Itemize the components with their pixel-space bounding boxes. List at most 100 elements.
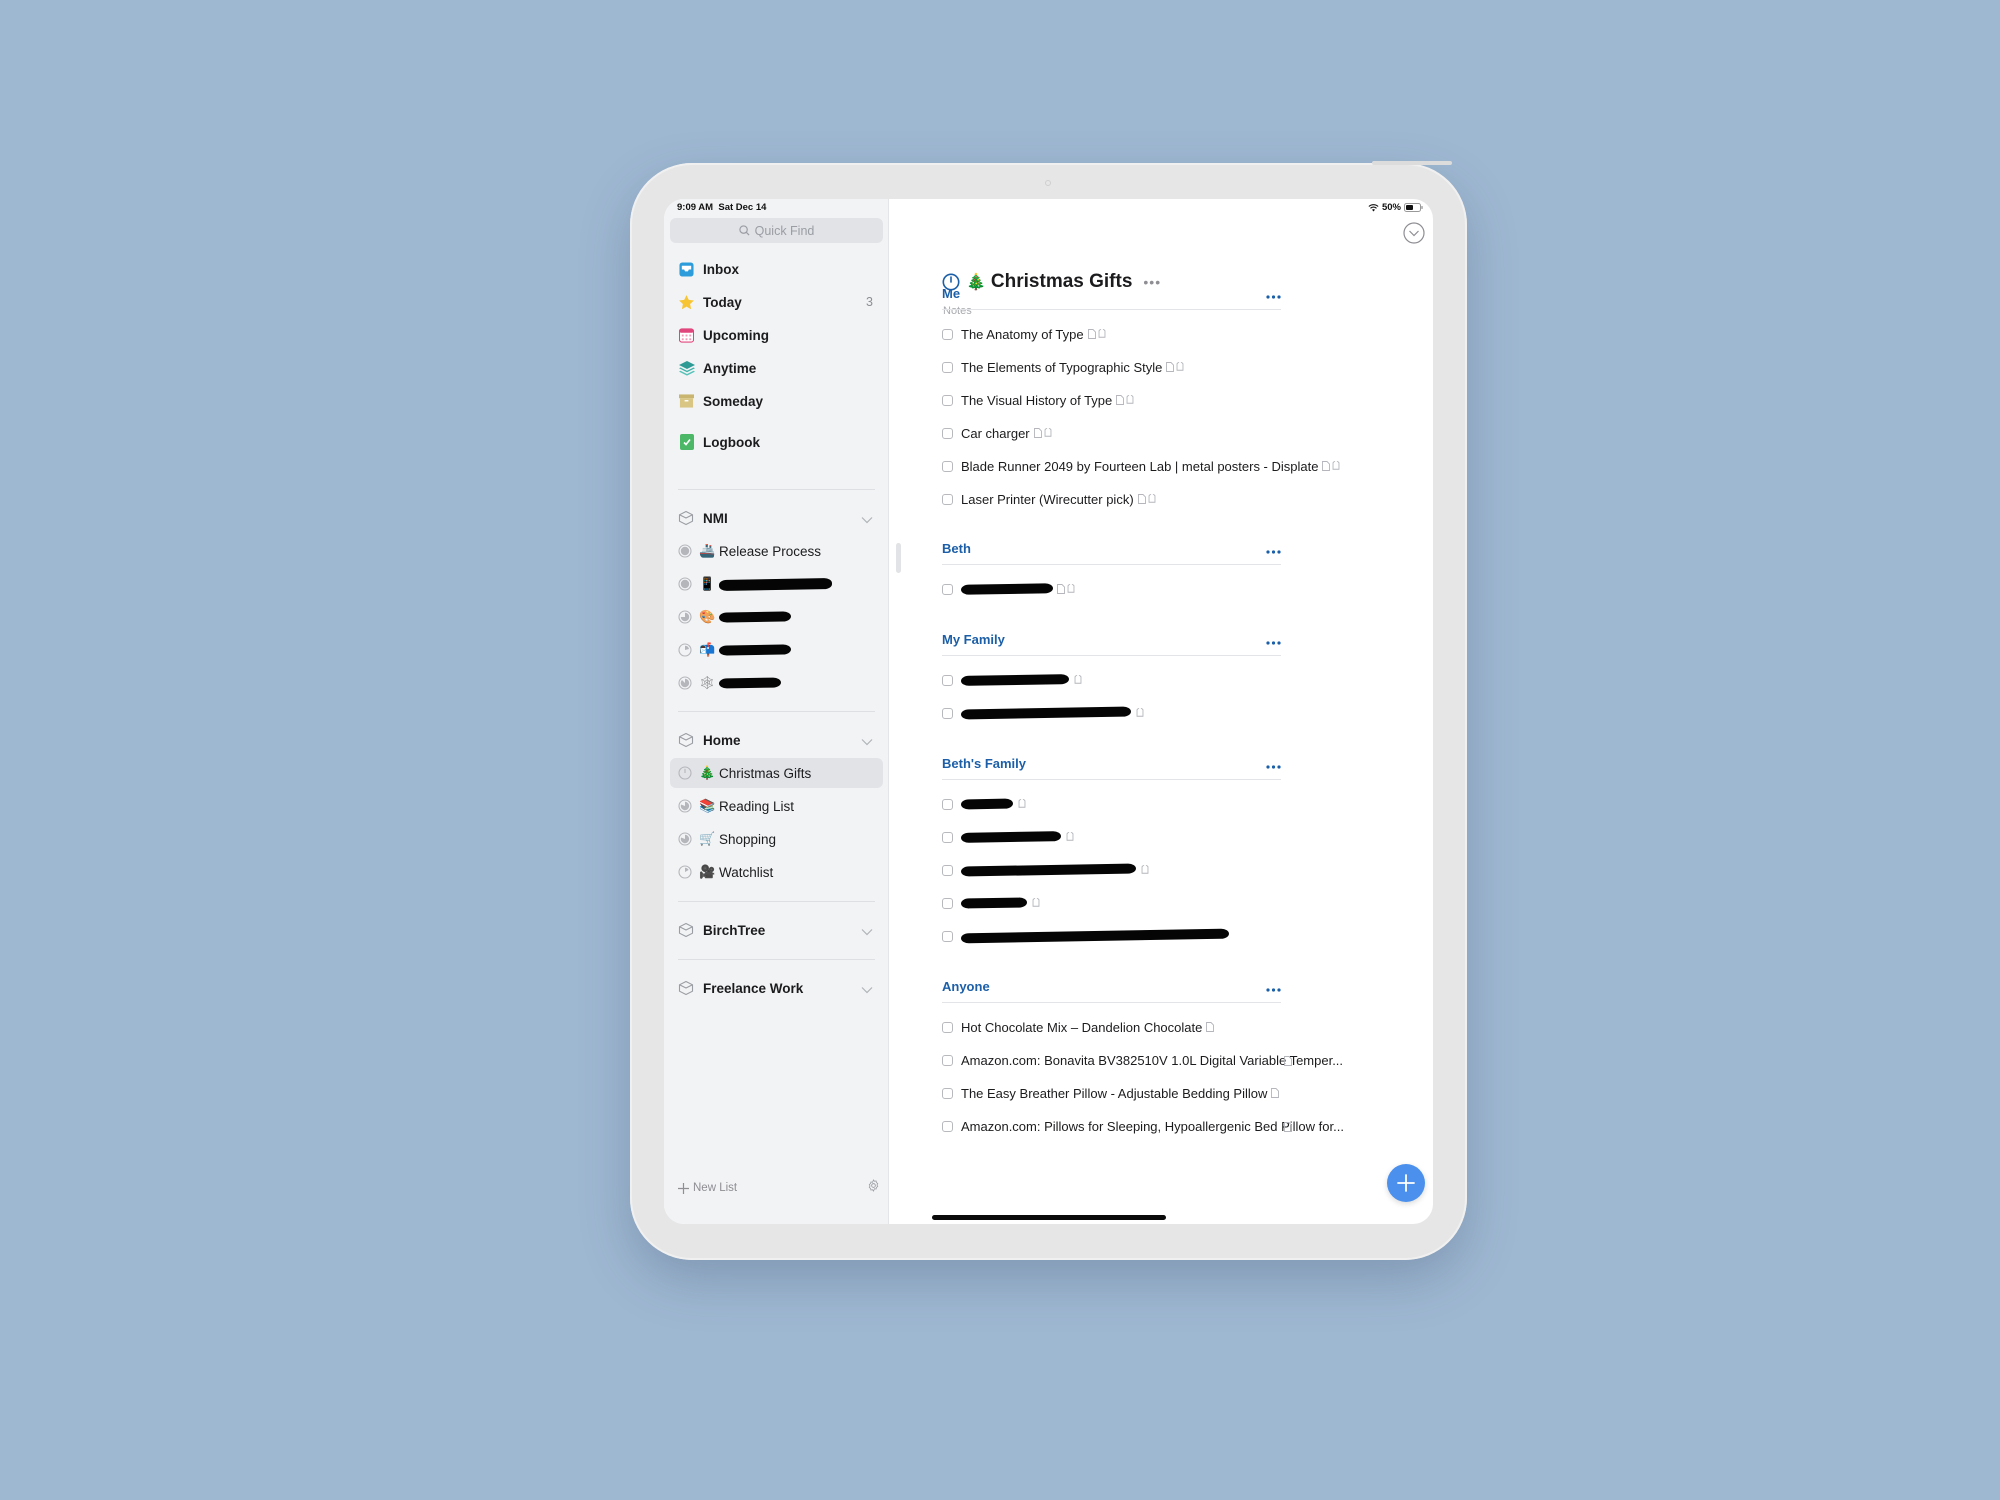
section-heading-label: My Family	[942, 632, 1005, 647]
area-nmi[interactable]: NMI	[670, 503, 883, 533]
todo-item[interactable]	[942, 793, 1292, 815]
gear-icon	[868, 1179, 879, 1192]
sidebar-item-logbook[interactable]: Logbook	[670, 427, 883, 457]
sidebar-item-inbox[interactable]: Inbox	[670, 254, 883, 284]
project-watchlist[interactable]: 🎥 Watchlist	[670, 857, 883, 887]
todo-checkbox[interactable]	[942, 493, 953, 505]
new-list-button[interactable]: New List	[678, 1182, 737, 1194]
note-icon	[1322, 461, 1331, 471]
project-christmas-gifts[interactable]: 🎄 Christmas Gifts	[670, 758, 883, 788]
todo-item[interactable]	[942, 578, 1292, 600]
wifi-icon	[1368, 203, 1379, 212]
section-heading[interactable]: Me	[942, 282, 1281, 310]
sidebar-resize-handle[interactable]	[896, 543, 901, 573]
collapse-button[interactable]	[1403, 222, 1425, 249]
area-birchtree[interactable]: BirchTree	[670, 915, 883, 945]
todo-title: Hot Chocolate Mix – Dandelion Chocolate	[961, 1019, 1203, 1035]
project-redacted[interactable]: 🕸	[670, 668, 883, 698]
project-redacted[interactable]: 📱	[670, 569, 883, 599]
project-redacted[interactable]: 📬	[670, 635, 883, 665]
todo-item[interactable]	[942, 892, 1292, 914]
project-shopping[interactable]: 🛒 Shopping	[670, 824, 883, 854]
todo-item[interactable]: Blade Runner 2049 by Fourteen Lab | meta…	[942, 455, 1340, 477]
section-heading[interactable]: Anyone	[942, 975, 1281, 1003]
todo-checkbox[interactable]	[942, 707, 953, 719]
chevron-down-icon[interactable]	[861, 924, 873, 939]
todo-checkbox[interactable]	[942, 328, 953, 340]
tag-icon	[1074, 675, 1082, 684]
todo-item[interactable]: The Easy Breather Pillow - Adjustable Be…	[942, 1082, 1292, 1104]
todo-checkbox[interactable]	[942, 674, 953, 686]
section-more-button[interactable]	[1266, 632, 1281, 650]
tag-icon	[1067, 584, 1075, 593]
sidebar-item-today[interactable]: Today 3	[670, 287, 883, 317]
section-heading[interactable]: Beth's Family	[942, 752, 1281, 780]
todo-meta-icons	[1017, 799, 1027, 809]
todo-item[interactable]: Amazon.com: Pillows for Sleeping, Hypoal…	[942, 1115, 1344, 1137]
sidebar: 9:09 AM Sat Dec 14 Quick Find Inbox Toda…	[664, 199, 889, 1224]
todo-meta-icons	[1116, 395, 1135, 405]
chevron-down-icon[interactable]	[861, 734, 873, 749]
todo-checkbox[interactable]	[942, 1021, 953, 1033]
todo-item[interactable]	[942, 826, 1292, 848]
todo-checkbox[interactable]	[942, 1087, 953, 1099]
sidebar-item-upcoming[interactable]: Upcoming	[670, 320, 883, 350]
project-release-process[interactable]: 🚢 Release Process	[670, 536, 883, 566]
sidebar-item-anytime[interactable]: Anytime	[670, 353, 883, 383]
todo-item[interactable]	[942, 925, 1292, 947]
chevron-down-icon[interactable]	[861, 982, 873, 997]
todo-item[interactable]: The Elements of Typographic Style	[942, 356, 1292, 378]
section-more-button[interactable]	[1266, 756, 1281, 774]
todo-checkbox[interactable]	[942, 798, 953, 810]
project-reading-list[interactable]: 📚 Reading List	[670, 791, 883, 821]
todo-item[interactable]: Amazon.com: Bonavita BV382510V 1.0L Digi…	[942, 1049, 1343, 1071]
todo-checkbox[interactable]	[942, 427, 953, 439]
todo-checkbox[interactable]	[942, 394, 953, 406]
quick-find-search[interactable]: Quick Find	[670, 218, 883, 243]
add-todo-button[interactable]	[1387, 1164, 1425, 1202]
area-label: BirchTree	[703, 922, 766, 938]
todo-checkbox[interactable]	[942, 831, 953, 843]
more-dots-icon	[1266, 988, 1281, 992]
chevron-down-icon[interactable]	[861, 512, 873, 527]
todo-checkbox[interactable]	[942, 460, 953, 472]
project-redacted[interactable]: 🎨	[670, 602, 883, 632]
todo-item[interactable]: Laser Printer (Wirecutter pick)	[942, 488, 1292, 510]
project-emoji: 📱	[699, 576, 716, 591]
section-heading[interactable]: Beth	[942, 537, 1281, 565]
todo-checkbox[interactable]	[942, 583, 953, 595]
todo-checkbox[interactable]	[942, 361, 953, 373]
todo-item[interactable]: The Anatomy of Type	[942, 323, 1292, 345]
home-indicator	[932, 1215, 1166, 1220]
sidebar-item-label: Anytime	[703, 360, 757, 376]
settings-button[interactable]	[867, 1179, 880, 1197]
note-icon	[1057, 584, 1065, 594]
sidebar-item-someday[interactable]: Someday	[670, 386, 883, 416]
section-heading[interactable]: My Family	[942, 628, 1281, 656]
todo-item[interactable]: The Visual History of Type	[942, 389, 1292, 411]
todo-title: Car charger	[961, 425, 1030, 441]
tag-icon	[1136, 708, 1144, 717]
area-freelance-work[interactable]: Freelance Work	[670, 973, 883, 1003]
todo-item[interactable]	[942, 859, 1292, 881]
progress-pie-icon	[678, 832, 692, 846]
todo-checkbox[interactable]	[942, 864, 953, 876]
todo-item[interactable]	[942, 702, 1292, 724]
todo-item[interactable]: Hot Chocolate Mix – Dandelion Chocolate	[942, 1016, 1292, 1038]
todo-checkbox[interactable]	[942, 897, 953, 909]
todo-item[interactable]	[942, 669, 1292, 691]
todo-item[interactable]: Car charger	[942, 422, 1292, 444]
todo-checkbox[interactable]	[942, 1054, 953, 1066]
layers-icon	[678, 360, 695, 377]
area-home[interactable]: Home	[670, 725, 883, 755]
todo-checkbox[interactable]	[942, 930, 953, 942]
tag-icon	[1018, 799, 1026, 808]
section-more-button[interactable]	[1266, 979, 1281, 997]
status-bar-right: 50%	[1368, 202, 1423, 213]
tag-icon	[1098, 329, 1106, 338]
section-more-button[interactable]	[1266, 286, 1281, 304]
redacted-title	[960, 583, 1054, 595]
status-time: 9:09 AM Sat Dec 14	[677, 202, 766, 213]
section-more-button[interactable]	[1266, 541, 1281, 559]
todo-checkbox[interactable]	[942, 1120, 953, 1132]
